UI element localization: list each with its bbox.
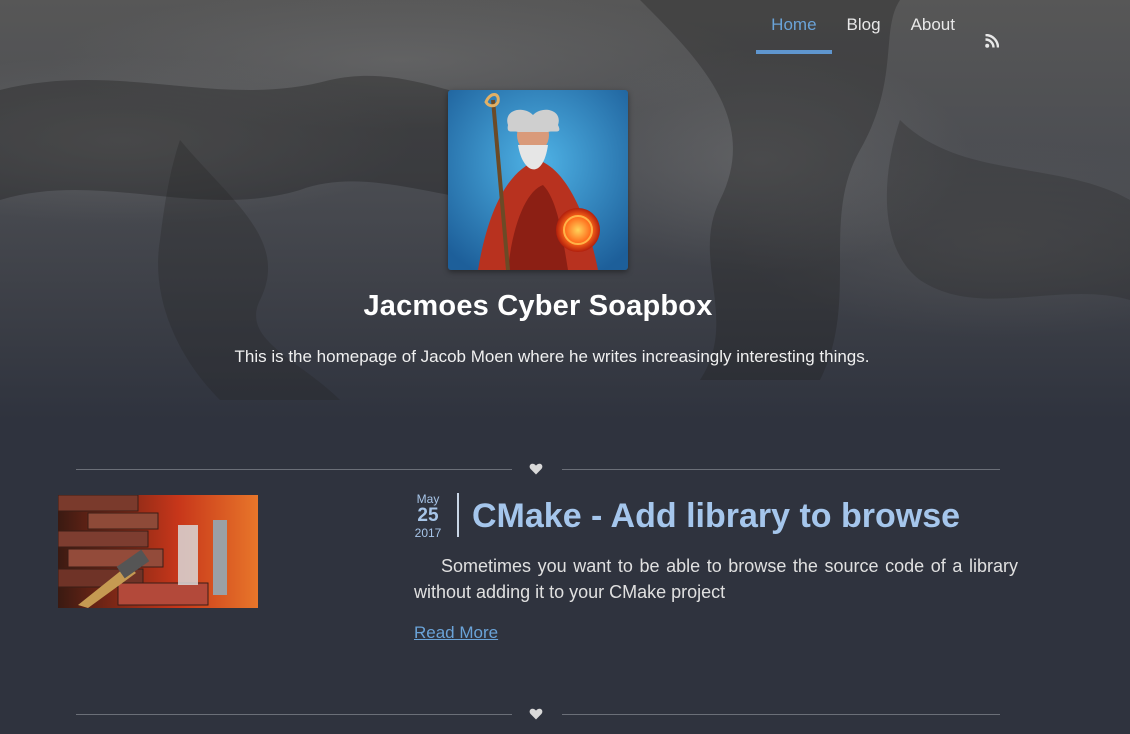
nav-item-about[interactable]: About xyxy=(896,0,970,50)
nav-item-blog[interactable]: Blog xyxy=(832,0,896,50)
read-more-link[interactable]: Read More xyxy=(414,623,498,643)
divider-line-left xyxy=(76,714,512,715)
nav-item-label: Blog xyxy=(846,15,881,34)
heart-icon xyxy=(529,462,543,481)
section-divider xyxy=(76,460,1000,480)
main-nav: Home Blog About xyxy=(756,0,1014,54)
divider-line-right xyxy=(562,469,1000,470)
divider-line-right xyxy=(562,714,1000,715)
heart-icon xyxy=(529,707,543,726)
nav-item-rss[interactable] xyxy=(970,0,1014,50)
nav-item-home[interactable]: Home xyxy=(756,0,832,54)
post-excerpt: Sometimes you want to be able to browse … xyxy=(414,556,1018,602)
site-title: Jacmoes Cyber Soapbox xyxy=(363,290,713,322)
post-date-day: 25 xyxy=(417,505,439,526)
post-date-year: 2017 xyxy=(414,526,442,540)
site-description: This is the homepage of Jacob Moen where… xyxy=(234,347,870,366)
post-thumbnail[interactable] xyxy=(58,495,258,608)
avatar xyxy=(448,90,628,270)
nav-item-label: Home xyxy=(771,15,817,34)
divider-line-left xyxy=(76,469,512,470)
date-separator xyxy=(457,493,459,537)
post-date-month: May xyxy=(416,492,440,506)
section-divider xyxy=(76,705,1000,725)
post-title-link[interactable]: CMake - Add library to browse xyxy=(472,497,960,536)
post-date: May 25 2017 xyxy=(410,492,446,540)
rss-icon xyxy=(985,18,1000,48)
nav-item-label: About xyxy=(910,15,955,34)
